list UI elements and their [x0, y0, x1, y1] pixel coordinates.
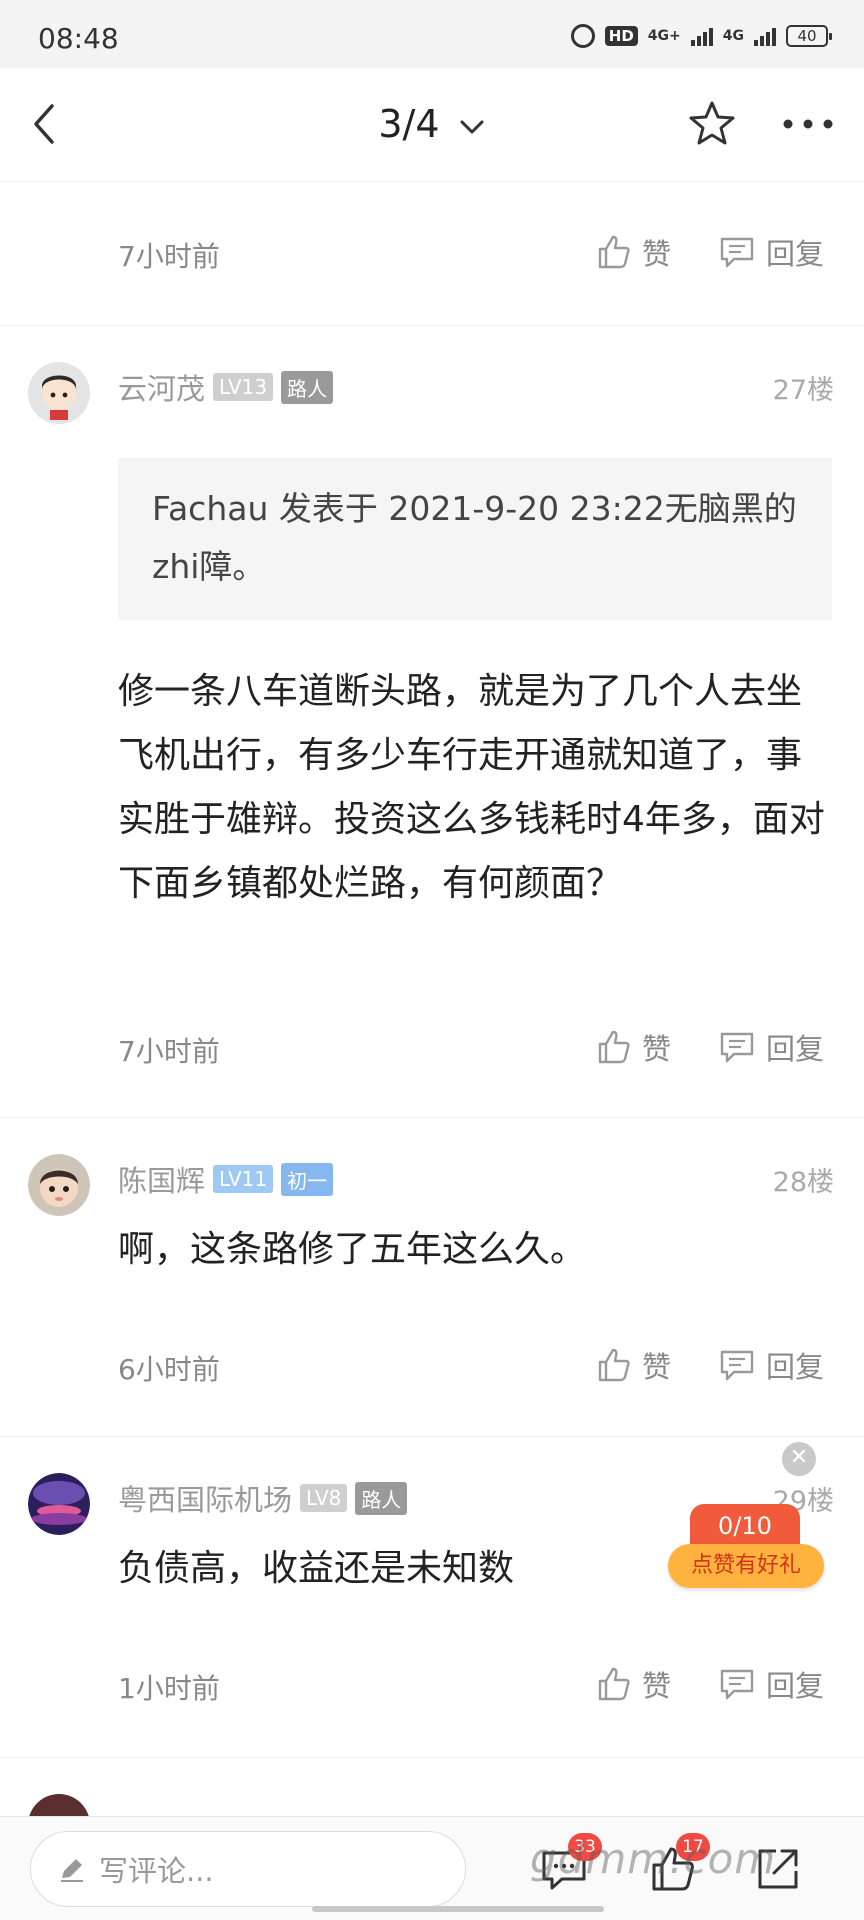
comment-item-partial [0, 1758, 864, 1856]
status-time: 08:48 [38, 22, 119, 55]
alarm-icon [570, 24, 595, 48]
like-reward-promo[interactable]: ✕ 0/10 点赞有好礼 [668, 1442, 828, 1602]
thumbs-up-icon [598, 1030, 630, 1064]
write-comment-input[interactable]: 写评论... [30, 1831, 466, 1907]
pencil-icon [61, 1859, 83, 1882]
role-badge: 初一 [281, 1162, 334, 1196]
promo-count: 0/10 [690, 1504, 800, 1548]
like-button[interactable]: 赞 [594, 1663, 671, 1705]
like-label: 赞 [642, 1350, 672, 1384]
avatar[interactable] [28, 362, 90, 424]
reply-label: 回复 [766, 1032, 825, 1066]
reply-icon [720, 1032, 754, 1063]
status-icons: HD 4G+ 4G 40 [570, 24, 832, 48]
reply-label: 回复 [766, 237, 825, 271]
author-name[interactable]: 粤西国际机场 [118, 1477, 292, 1519]
comment-item: 陈国辉 LV11 初一 28楼 啊，这条路修了五年这么久。 6小时前 赞 回复 [0, 1118, 864, 1436]
comment-header: 粤西国际机场 LV8 路人 [118, 1477, 408, 1519]
author-name[interactable]: 云河茂 [118, 366, 205, 408]
reply-button[interactable]: 回复 [718, 1026, 824, 1068]
thumbs-up-icon [598, 1667, 630, 1701]
comment-time: 7小时前 [118, 240, 220, 273]
like-label: 赞 [642, 237, 672, 271]
quoted-comment: Fachau 发表于 2021-9-20 23:22无脑黑的zhi障。 [118, 458, 832, 620]
reply-label: 回复 [766, 1350, 825, 1384]
signal-icon-2 [754, 26, 776, 46]
reply-button[interactable]: 回复 [718, 231, 824, 273]
promo-label: 点赞有好礼 [668, 1544, 824, 1588]
network-4g-plus-label: 4G+ [647, 28, 681, 44]
network-4g-label: 4G [722, 28, 744, 44]
reply-button[interactable]: 回复 [718, 1663, 824, 1705]
comment-header: 云河茂 LV13 路人 [118, 366, 334, 408]
floor-number: 28楼 [772, 1167, 834, 1198]
comment-time: 7小时前 [118, 1035, 220, 1068]
like-label: 赞 [642, 1032, 672, 1066]
like-button[interactable]: 赞 [594, 1026, 671, 1068]
hd-icon: HD [604, 26, 638, 46]
comment-meta: 7小时前 赞 回复 [0, 183, 864, 323]
comment-header: 陈国辉 LV11 初一 [118, 1158, 334, 1200]
write-placeholder: 写评论... [99, 1854, 214, 1888]
level-badge: LV11 [213, 1165, 274, 1193]
comment-body: 修一条八车道断头路，就是为了几个人去坐飞机出行，有多少车行走开通就知道了，事实胜… [118, 671, 825, 904]
comment-meta: 6小时前 赞 回复 [0, 1296, 864, 1436]
page-indicator: 3/4 [378, 102, 440, 146]
like-label: 赞 [642, 1669, 672, 1703]
comment-time: 1小时前 [118, 1672, 220, 1705]
home-indicator [312, 1906, 604, 1912]
author-name[interactable]: 陈国辉 [118, 1158, 205, 1200]
avatar-image [28, 362, 90, 424]
nav-bar: 3/4 [0, 68, 864, 182]
comment-item: 云河茂 LV13 路人 27楼 Fachau 发表于 2021-9-20 23:… [0, 326, 864, 1117]
like-button[interactable]: 赞 [594, 231, 671, 273]
comment-body: 啊，这条路修了五年这么久。 [118, 1229, 587, 1270]
reply-button[interactable]: 回复 [718, 1344, 824, 1386]
more-icon[interactable] [778, 106, 838, 142]
comment-time: 6小时前 [118, 1353, 220, 1386]
signal-icon [690, 26, 713, 46]
reply-icon [720, 237, 754, 268]
battery-icon: 40 [786, 25, 832, 47]
avatar[interactable] [28, 1473, 90, 1535]
thumbs-up-icon [598, 1348, 630, 1382]
watermark: gdmm.com [530, 1834, 777, 1883]
close-icon[interactable]: ✕ [782, 1442, 816, 1476]
status-bar: 08:48 HD 4G+ 4G 40 [0, 0, 864, 68]
level-badge: LV13 [213, 373, 274, 401]
comment-meta: 1小时前 赞 回复 [0, 1615, 864, 1755]
star-icon[interactable] [686, 98, 738, 150]
thumbs-up-icon [598, 235, 630, 269]
avatar-image [28, 1473, 90, 1535]
reply-icon [720, 1350, 754, 1381]
floor-number: 27楼 [772, 375, 834, 406]
avatar[interactable] [28, 1154, 90, 1216]
reply-label: 回复 [766, 1669, 825, 1703]
comment-item: 7小时前 赞 回复 [0, 183, 864, 325]
comment-meta: 7小时前 赞 回复 [0, 978, 864, 1118]
role-badge: 路人 [281, 370, 334, 404]
avatar-image [28, 1154, 90, 1216]
reply-icon [720, 1669, 754, 1700]
like-button[interactable]: 赞 [594, 1344, 671, 1386]
chevron-down-icon [460, 120, 484, 133]
role-badge: 路人 [355, 1481, 408, 1515]
level-badge: LV8 [300, 1484, 348, 1512]
